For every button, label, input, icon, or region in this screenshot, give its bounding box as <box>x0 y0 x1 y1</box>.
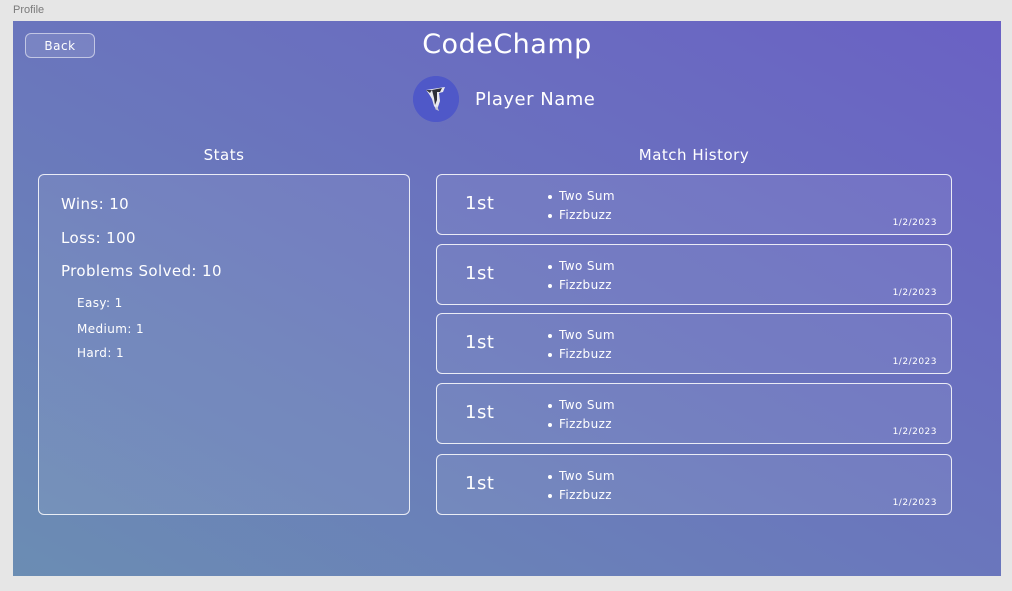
match-problem: Fizzbuzz <box>547 345 615 364</box>
match-date: 1/2/2023 <box>892 288 937 298</box>
match-problem-list: Two Sum Fizzbuzz <box>547 257 615 295</box>
avatar <box>413 76 459 122</box>
match-card[interactable]: 1st Two Sum Fizzbuzz 1/2/2023 <box>436 244 952 305</box>
match-problem: Two Sum <box>547 467 615 486</box>
app-title: CodeChamp <box>422 29 592 60</box>
match-problem: Two Sum <box>547 257 615 276</box>
player-name: Player Name <box>475 89 596 110</box>
bird-avatar-icon <box>413 76 459 122</box>
medium-stat: Medium: 1 <box>77 322 145 336</box>
match-problem: Fizzbuzz <box>547 276 615 295</box>
match-problem-list: Two Sum Fizzbuzz <box>547 326 615 364</box>
problems-solved-stat: Problems Solved: 10 <box>61 262 222 280</box>
stats-title: Stats <box>203 146 245 164</box>
match-problem: Fizzbuzz <box>547 415 615 434</box>
match-place: 1st <box>465 332 495 353</box>
match-date: 1/2/2023 <box>892 427 937 437</box>
match-date: 1/2/2023 <box>892 357 937 367</box>
match-problem: Fizzbuzz <box>547 486 615 505</box>
match-date: 1/2/2023 <box>892 498 937 508</box>
profile-page: Back CodeChamp Player Name Stats Match H… <box>13 21 1001 576</box>
match-card[interactable]: 1st Two Sum Fizzbuzz 1/2/2023 <box>436 174 952 235</box>
stats-panel: Wins: 10 Loss: 100 Problems Solved: 10 E… <box>38 174 410 515</box>
wins-stat: Wins: 10 <box>61 195 130 213</box>
match-place: 1st <box>465 193 495 214</box>
match-problem-list: Two Sum Fizzbuzz <box>547 396 615 434</box>
match-problem-list: Two Sum Fizzbuzz <box>547 187 615 225</box>
match-card[interactable]: 1st Two Sum Fizzbuzz 1/2/2023 <box>436 454 952 515</box>
match-problem-list: Two Sum Fizzbuzz <box>547 467 615 505</box>
match-problem: Two Sum <box>547 396 615 415</box>
match-date: 1/2/2023 <box>892 218 937 228</box>
easy-stat: Easy: 1 <box>77 296 123 310</box>
match-problem: Two Sum <box>547 326 615 345</box>
match-place: 1st <box>465 473 495 494</box>
match-card[interactable]: 1st Two Sum Fizzbuzz 1/2/2023 <box>436 313 952 374</box>
hard-stat: Hard: 1 <box>77 346 125 360</box>
match-place: 1st <box>465 263 495 284</box>
match-place: 1st <box>465 402 495 423</box>
match-card[interactable]: 1st Two Sum Fizzbuzz 1/2/2023 <box>436 383 952 444</box>
match-history-title: Match History <box>638 146 750 164</box>
match-problem: Two Sum <box>547 187 615 206</box>
loss-stat: Loss: 100 <box>61 229 136 247</box>
frame-label: Profile <box>13 4 45 16</box>
match-problem: Fizzbuzz <box>547 206 615 225</box>
